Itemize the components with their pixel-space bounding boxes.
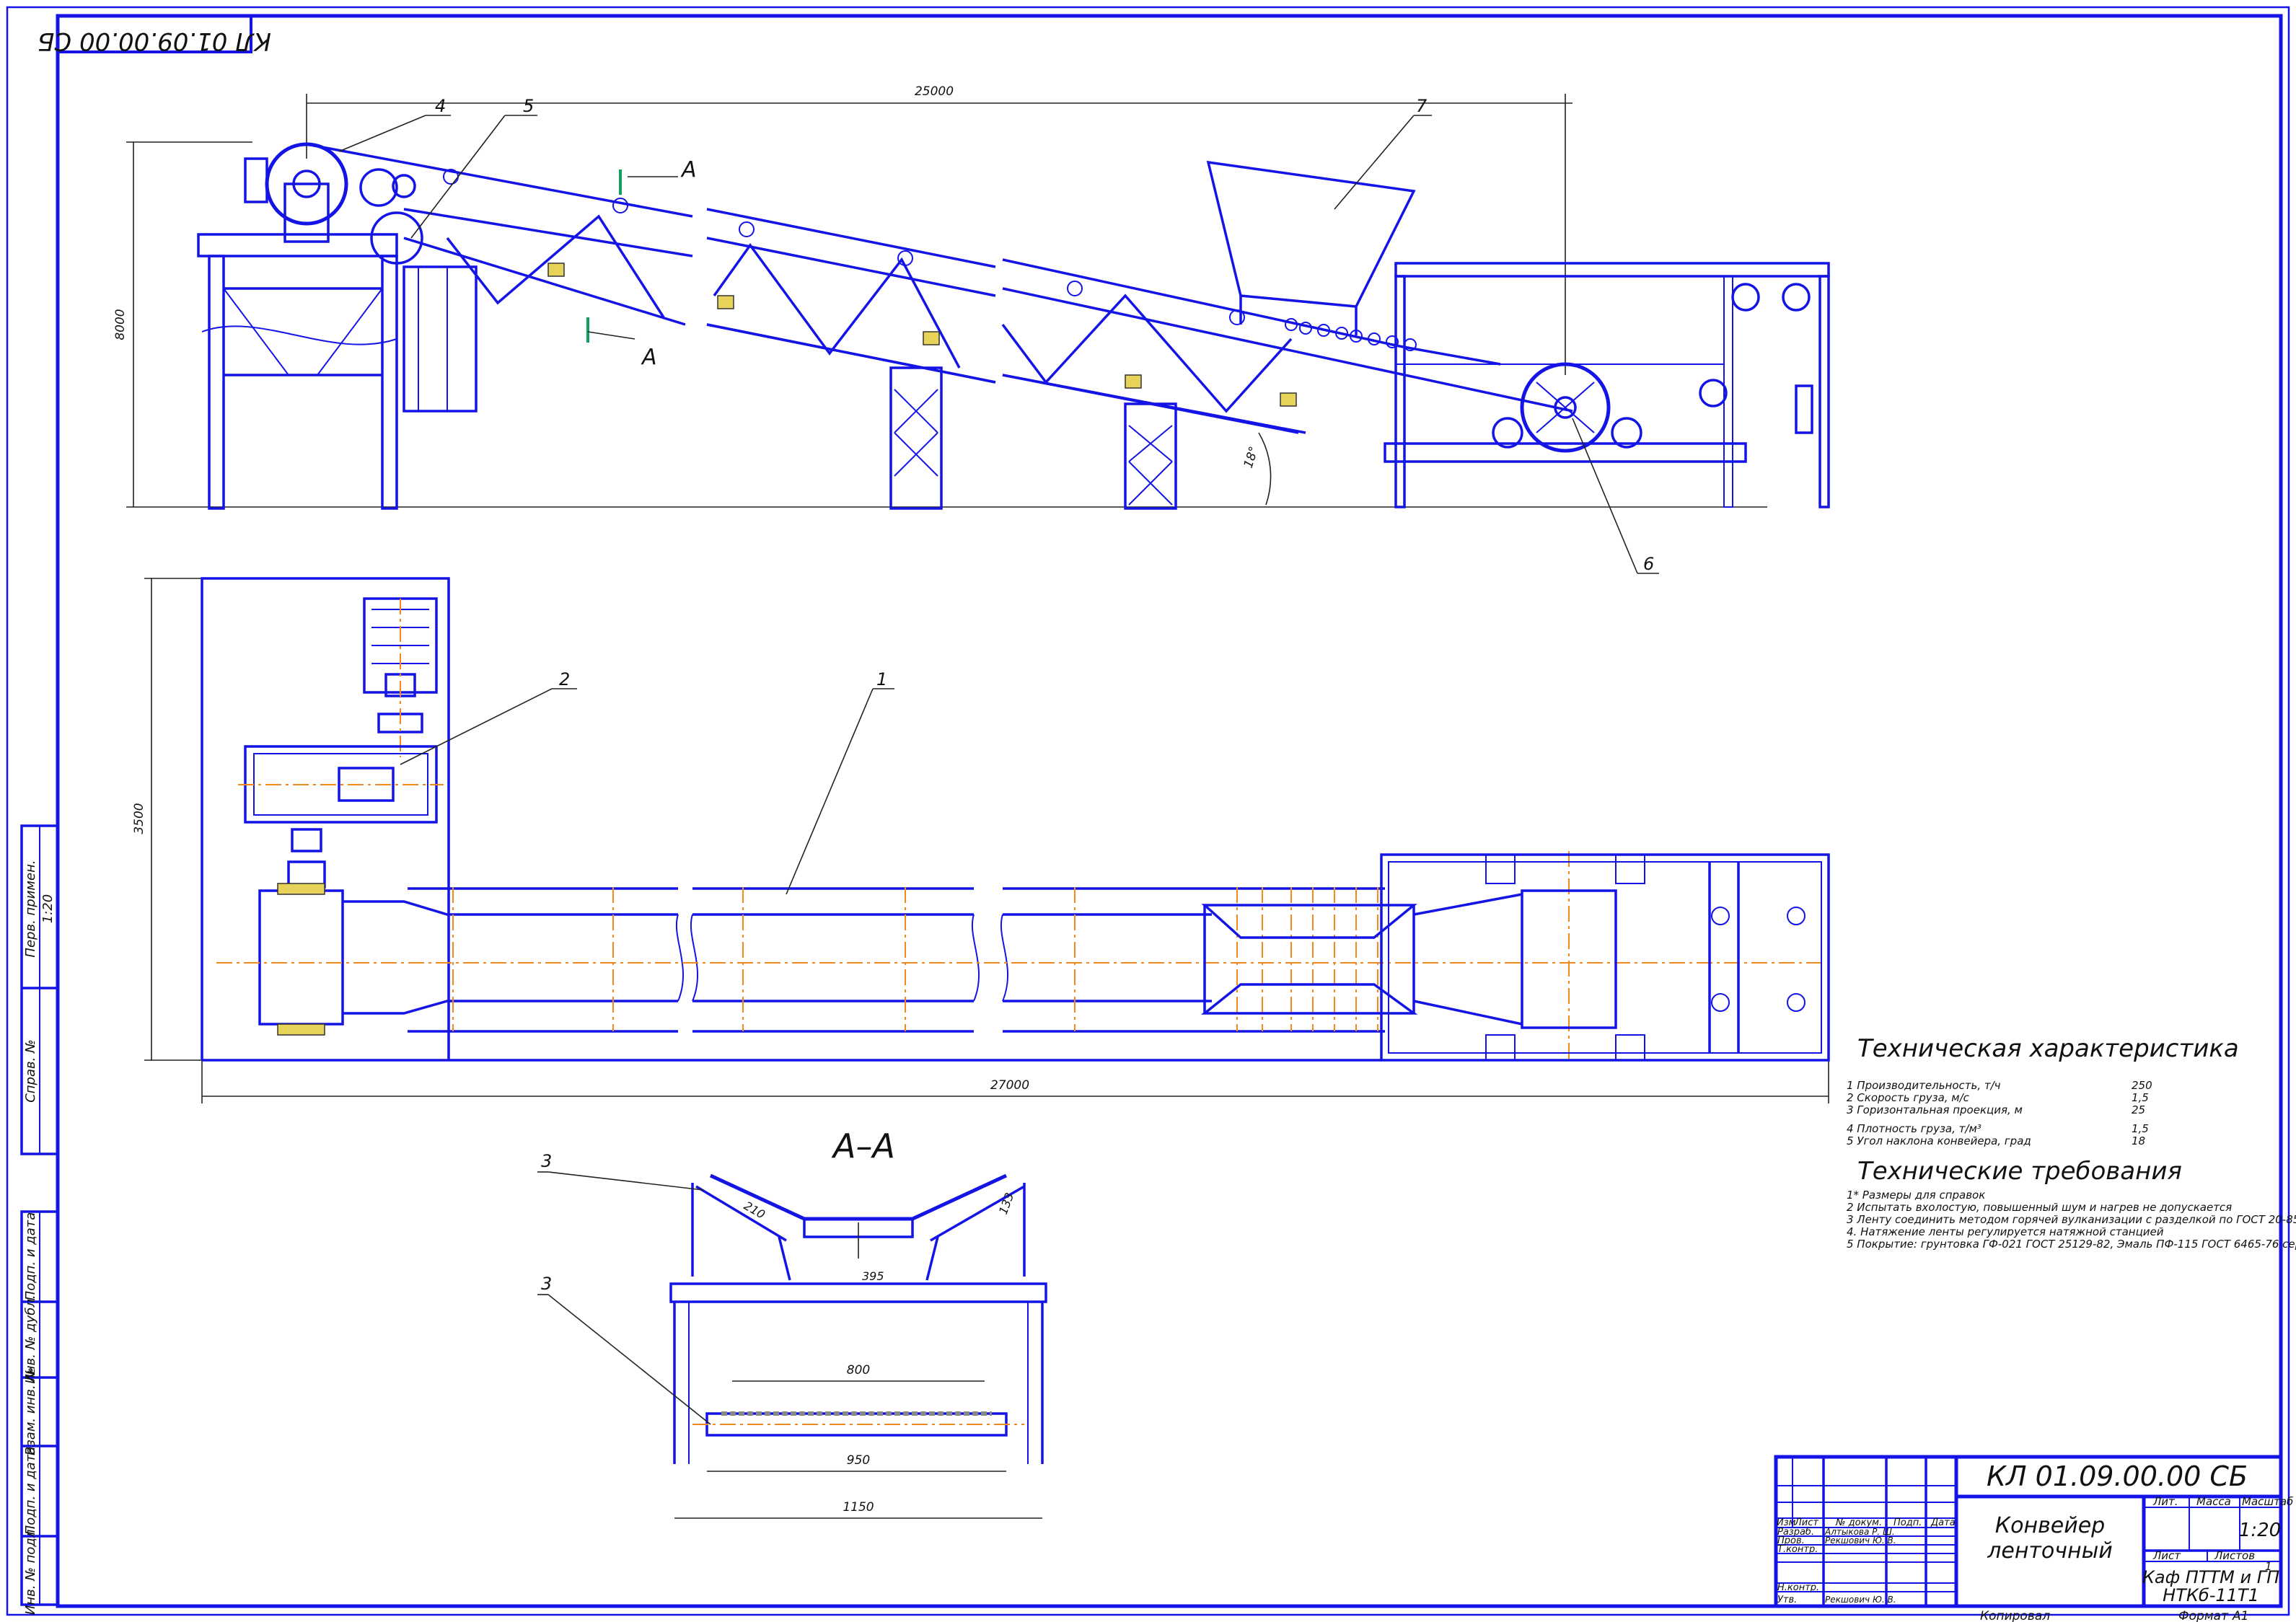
side-stamp-inv-podl: Инв. № подл.: [23, 1525, 38, 1615]
plan-view: 3500 27000 2 1: [132, 577, 1830, 1103]
side-stamp-perv: Перв. примен.: [23, 860, 38, 957]
tech-characteristics: Техническая характеристика 1 Производите…: [1847, 1034, 2239, 1147]
tech-req-3: 3 Ленту соединить методом горячей вулкан…: [1847, 1213, 2296, 1226]
tb-format-value: А1: [2232, 1609, 2248, 1622]
dim-roll-dia: 133: [996, 1191, 1016, 1216]
tech-char-label-2: 2 Скорость груза, м/с: [1847, 1091, 1970, 1104]
tb-role-nkontr: Н.контр.: [1777, 1582, 1819, 1593]
outer-frame: [6, 6, 2290, 1616]
tech-req-5: 5 Покрытие: грунтовка ГФ-021 ГОСТ 25129-…: [1847, 1238, 2296, 1251]
dim-side-height: 8000: [113, 309, 128, 340]
tb-name-line1: Конвейер: [1995, 1513, 2105, 1538]
tb-massa: Масса: [2196, 1495, 2231, 1508]
dim-roll-len: 210: [742, 1199, 767, 1222]
tech-char-value-5: 18: [2132, 1134, 2145, 1147]
tech-char-label-1: 1 Производительность, т/ч: [1847, 1079, 2001, 1092]
side-stamp-scale: 1:20: [40, 894, 56, 923]
tech-char-value-4: 1,5: [2132, 1122, 2149, 1135]
tech-req-1: 1* Размеры для справок: [1847, 1189, 1985, 1202]
tb-name-line2: ленточный: [1987, 1538, 2113, 1564]
section-title: А–А: [831, 1127, 895, 1165]
tech-char-label-5: 5 Угол наклона конвейера, град: [1847, 1134, 2031, 1147]
side-view: 25000 8000 18° А А 4 5 7 6: [113, 84, 1830, 574]
dim-plan-length: 27000: [990, 1078, 1029, 1093]
section-mark-top: А: [680, 157, 697, 182]
title-block: Изм Лист № докум. Подп. Дата Разраб. Алт…: [1774, 1455, 2293, 1622]
dim-gap: 395: [862, 1269, 884, 1283]
dim-belt: 800: [847, 1363, 870, 1378]
side-stamp-vzam: Взам. инв. №: [23, 1367, 38, 1455]
tb-org-line2: НТКб-11Т1: [2163, 1585, 2259, 1605]
tb-designation: КЛ 01.09.00.00 СБ: [1987, 1460, 2248, 1492]
callout-2: 2: [559, 669, 570, 689]
assembly-drawing-sheet: КЛ 01.09.00.00 СБ 25000 8000 18° А А 4 5…: [6, 6, 2296, 1622]
callout-3-top: 3: [541, 1151, 552, 1171]
tb-role-tkontr: Т.контр.: [1777, 1544, 1818, 1555]
dim-angle: 18°: [1241, 445, 1262, 470]
callout-7: 7: [1416, 96, 1428, 116]
tech-req-4: 4. Натяжение ленты регулируется натяжной…: [1847, 1225, 2164, 1238]
tb-format-label: Формат: [2178, 1609, 2229, 1622]
dim-frame: 950: [847, 1453, 870, 1468]
tb-sheets-label: Листов: [2214, 1549, 2255, 1562]
side-view-callouts: 4 5 7 6: [338, 96, 1659, 574]
tech-char-value-3: 25: [2132, 1103, 2145, 1116]
callout-4: 4: [435, 96, 446, 116]
tb-copied: Копировал: [1980, 1609, 2050, 1622]
rotated-stamp: КЛ 01.09.00.00 СБ: [38, 14, 271, 56]
side-stamp-sprav: Справ. №: [23, 1039, 38, 1103]
section-mark-bottom: А: [641, 345, 657, 370]
dim-plan-width: 3500: [132, 803, 146, 834]
callout-1: 1: [876, 669, 887, 689]
tb-lit: Лит.: [2152, 1495, 2178, 1508]
tb-name-prov: Рекшович Ю. В.: [1825, 1535, 1896, 1546]
inner-frame: [56, 14, 2283, 1608]
side-stamp: Перв. примен. 1:20 Справ. № Подп. и дата…: [20, 824, 59, 1615]
tech-char-value-2: 1,5: [2132, 1091, 2149, 1104]
tb-role-utv: Утв.: [1777, 1595, 1797, 1605]
tb-name-utv: Рекшович Ю. В.: [1825, 1595, 1896, 1605]
tb-masshtab: Масштаб: [2242, 1495, 2293, 1508]
rotated-designation: КЛ 01.09.00.00 СБ: [38, 27, 271, 56]
side-stamp-podp-2: Подп. и дата: [23, 1447, 38, 1535]
tech-req-title: Технические требования: [1857, 1157, 2182, 1186]
dim-side-length: 25000: [915, 84, 954, 99]
tech-char-label-4: 4 Плотность груза, т/м³: [1847, 1122, 1981, 1135]
tech-char-label-3: 3 Горизонтальная проекция, м: [1847, 1103, 2023, 1116]
callout-5: 5: [523, 96, 534, 116]
callout-3-bottom: 3: [541, 1274, 552, 1294]
tb-org-line1: Каф ПТТМ и ГП: [2142, 1567, 2279, 1587]
tb-scale: 1:20: [2239, 1520, 2281, 1541]
dim-overall: 1150: [843, 1500, 874, 1515]
tb-col-sign: Подп.: [1893, 1517, 1922, 1528]
tech-char-value-1: 250: [2132, 1079, 2152, 1092]
tb-sheet-label: Лист: [2152, 1549, 2181, 1562]
tb-col-date: Дата: [1930, 1517, 1956, 1528]
tech-req-2: 2 Испытать вхолостую, повышенный шум и н…: [1847, 1201, 2232, 1214]
section-a-a: А–А 395 210 133 800 950 1150 3 3: [537, 1127, 1047, 1519]
side-stamp-podp-1: Подп. и дата: [23, 1212, 38, 1301]
tech-requirements: Технические требования 1* Размеры для сп…: [1847, 1157, 2296, 1251]
callout-6: 6: [1643, 554, 1654, 574]
tech-char-title: Техническая характеристика: [1857, 1034, 2239, 1063]
